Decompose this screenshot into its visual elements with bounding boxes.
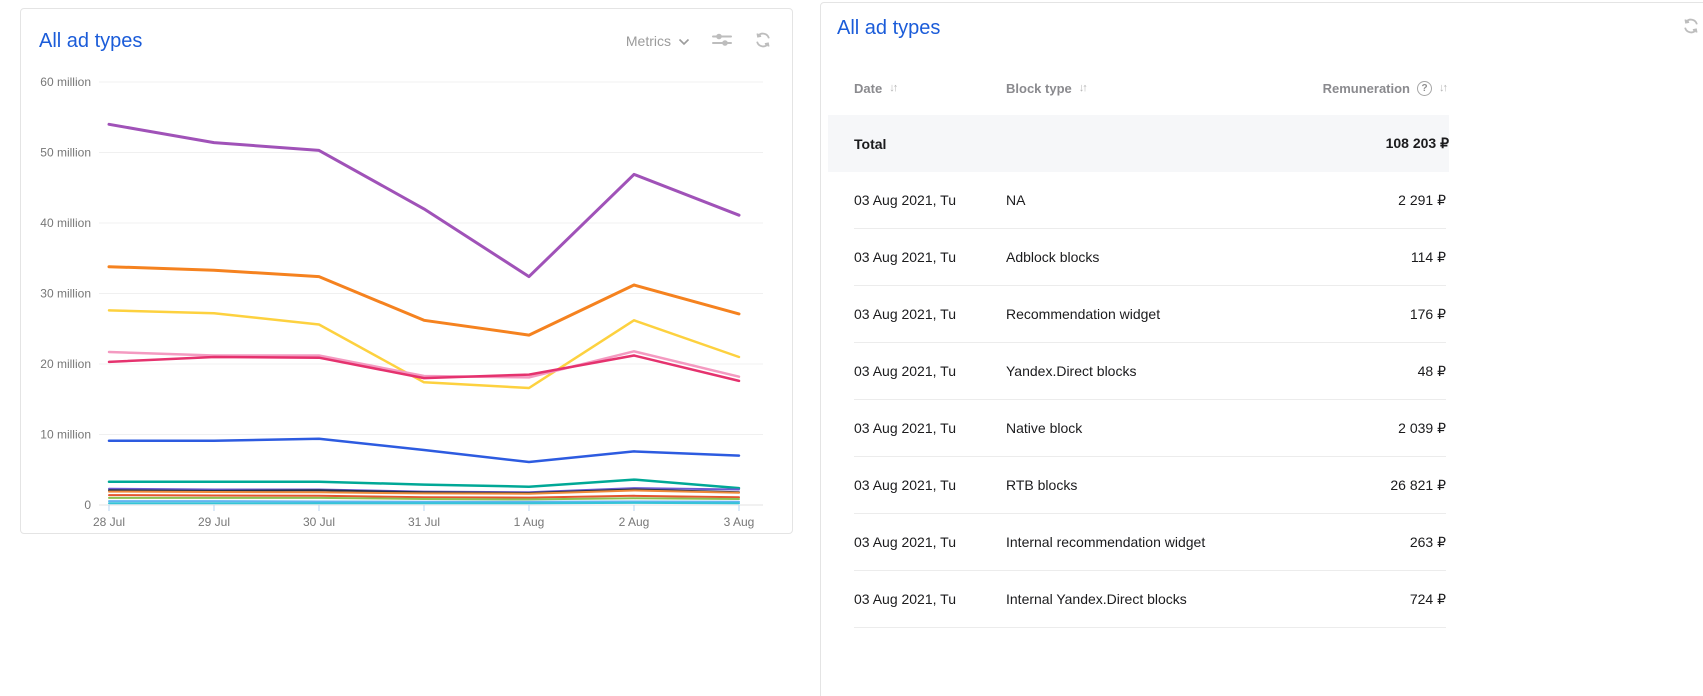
svg-text:60 million: 60 million [40, 75, 91, 89]
chart-card-title: All ad types [39, 30, 142, 53]
cell-date: 03 Aug 2021, Tu [854, 192, 1006, 208]
cell-remuneration: 26 821 ₽ [1236, 477, 1446, 494]
cell-block-type: Yandex.Direct blocks [1006, 363, 1236, 379]
metrics-dropdown-label: Metrics [626, 33, 671, 49]
metrics-dropdown[interactable]: Metrics [626, 33, 690, 49]
column-header-block-type[interactable]: Block type ↓↑ [1006, 81, 1236, 96]
chart-refresh-button[interactable] [754, 31, 772, 52]
table-card-title: All ad types [837, 17, 940, 40]
cell-date: 03 Aug 2021, Tu [854, 420, 1006, 436]
sort-icon: ↓↑ [889, 82, 896, 94]
sort-icon: ↓↑ [1439, 82, 1446, 94]
table-row: 03 Aug 2021, Tu Internal recommendation … [854, 514, 1446, 571]
total-label: Total [854, 136, 1006, 152]
cell-date: 03 Aug 2021, Tu [854, 477, 1006, 493]
cell-block-type: Native block [1006, 420, 1236, 436]
svg-text:28 Jul: 28 Jul [93, 515, 125, 529]
svg-text:2 Aug: 2 Aug [619, 515, 650, 529]
column-header-remuneration[interactable]: Remuneration ? ↓↑ [1236, 81, 1446, 96]
cell-date: 03 Aug 2021, Tu [854, 306, 1006, 322]
svg-text:0: 0 [84, 498, 91, 512]
svg-text:31 Jul: 31 Jul [408, 515, 440, 529]
table-row: 03 Aug 2021, Tu Internal Yandex.Direct b… [854, 571, 1446, 628]
table-header-row: Date ↓↑ Block type ↓↑ Remuneration ? ↓↑ [854, 61, 1446, 115]
cell-remuneration: 263 ₽ [1236, 534, 1446, 551]
chart-controls: Metrics [626, 31, 772, 52]
cell-block-type: RTB blocks [1006, 477, 1236, 493]
sort-icon: ↓↑ [1079, 82, 1086, 94]
help-icon[interactable]: ? [1417, 81, 1432, 96]
svg-text:50 million: 50 million [40, 146, 91, 160]
svg-text:29 Jul: 29 Jul [198, 515, 230, 529]
column-header-date[interactable]: Date ↓↑ [854, 81, 1006, 96]
cell-block-type: Adblock blocks [1006, 249, 1236, 265]
cell-remuneration: 176 ₽ [1236, 306, 1446, 323]
svg-text:40 million: 40 million [40, 216, 91, 230]
svg-text:30 Jul: 30 Jul [303, 515, 335, 529]
cell-remuneration: 2 291 ₽ [1236, 192, 1446, 209]
sliders-icon [712, 32, 732, 50]
cell-block-type: Internal recommendation widget [1006, 534, 1236, 550]
table-row: 03 Aug 2021, Tu Yandex.Direct blocks 48 … [854, 343, 1446, 400]
cell-block-type: Internal Yandex.Direct blocks [1006, 591, 1236, 607]
chevron-down-icon [678, 33, 690, 49]
refresh-icon [1682, 17, 1700, 38]
refresh-icon [754, 31, 772, 52]
line-chart[interactable]: 0 10 million 20 million 30 million 40 millio… [21, 63, 792, 533]
cell-remuneration: 724 ₽ [1236, 591, 1446, 608]
table-card: All ad types Date ↓↑ Block type ↓↑ Remun… [820, 2, 1703, 696]
cell-block-type: NA [1006, 192, 1236, 208]
svg-text:20 million: 20 million [40, 357, 91, 371]
svg-text:1 Aug: 1 Aug [514, 515, 545, 529]
table-row: 03 Aug 2021, Tu Adblock blocks 114 ₽ [854, 229, 1446, 286]
table-row: 03 Aug 2021, Tu RTB blocks 26 821 ₽ [854, 457, 1446, 514]
table-total-row: Total 108 203 ₽ [828, 115, 1449, 172]
cell-remuneration: 48 ₽ [1236, 363, 1446, 380]
table-row: 03 Aug 2021, Tu NA 2 291 ₽ [854, 172, 1446, 229]
table-refresh-button[interactable] [1682, 17, 1700, 38]
chart-card-header: All ad types Metrics [21, 9, 792, 63]
cell-date: 03 Aug 2021, Tu [854, 591, 1006, 607]
cell-date: 03 Aug 2021, Tu [854, 534, 1006, 550]
cell-date: 03 Aug 2021, Tu [854, 363, 1006, 379]
cell-date: 03 Aug 2021, Tu [854, 249, 1006, 265]
cell-remuneration: 114 ₽ [1236, 249, 1446, 266]
total-remuneration: 108 203 ₽ [1239, 135, 1449, 152]
remuneration-table: Date ↓↑ Block type ↓↑ Remuneration ? ↓↑ … [854, 61, 1446, 628]
chart-card: All ad types Metrics [20, 8, 793, 534]
svg-text:10 million: 10 million [40, 428, 91, 442]
svg-text:30 million: 30 million [40, 287, 91, 301]
chart-settings-button[interactable] [712, 32, 732, 50]
svg-text:3 Aug: 3 Aug [724, 515, 755, 529]
cell-block-type: Recommendation widget [1006, 306, 1236, 322]
table-row: 03 Aug 2021, Tu Recommendation widget 17… [854, 286, 1446, 343]
table-row: 03 Aug 2021, Tu Native block 2 039 ₽ [854, 400, 1446, 457]
cell-remuneration: 2 039 ₽ [1236, 420, 1446, 437]
